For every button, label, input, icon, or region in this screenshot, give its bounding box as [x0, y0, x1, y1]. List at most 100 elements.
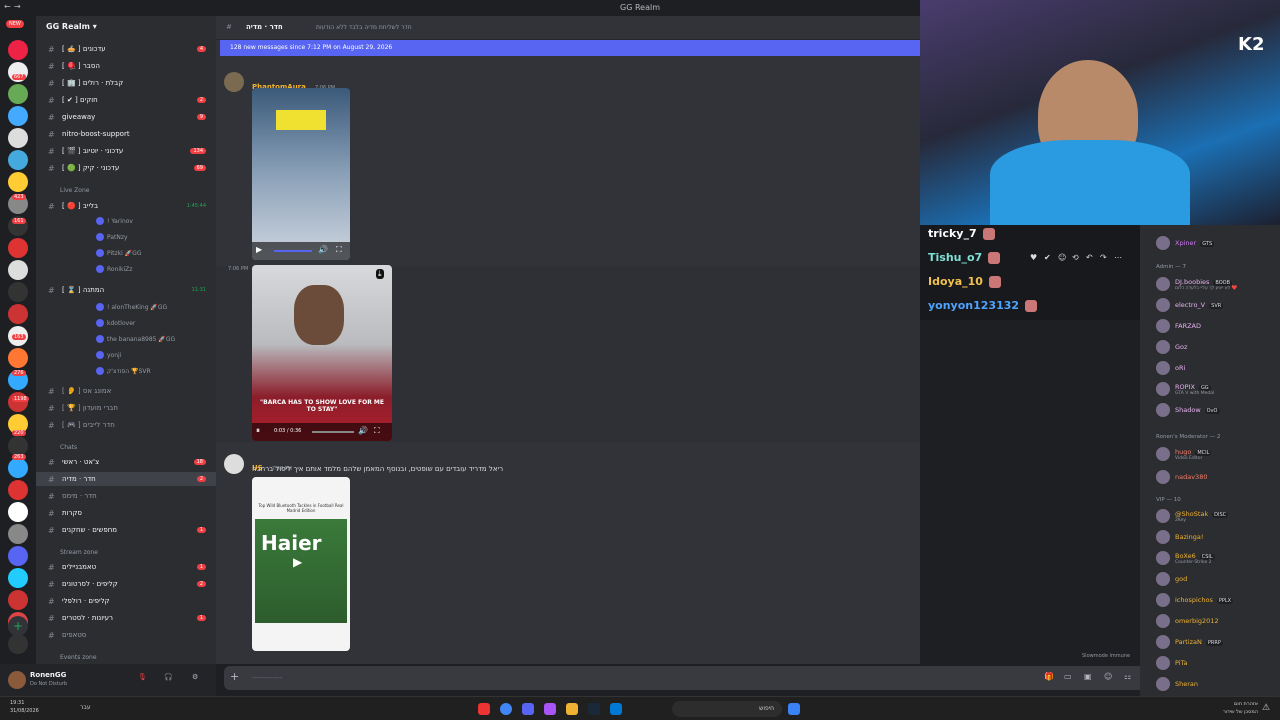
member-item[interactable]: hugo MCIL Video Editor [1156, 445, 1276, 463]
message-composer[interactable]: + ------------ 🎁 ▭ ▣ ☺ ⚏ [224, 666, 1144, 690]
member-item[interactable]: ichospichos PPLX [1156, 591, 1276, 609]
server-icon[interactable] [8, 84, 28, 104]
mute-icon[interactable]: 🎙 [138, 673, 147, 681]
channel-item[interactable]: # קליפים · לסרטונים 2 [36, 577, 216, 591]
server-icon[interactable] [8, 392, 28, 412]
reaction-toolbar-icon[interactable]: ↶ [1086, 253, 1093, 262]
server-icon[interactable] [8, 436, 28, 456]
fullscreen-icon[interactable]: ⛶ [374, 426, 380, 436]
voice-user[interactable]: Pitzki 🚀GG [96, 249, 141, 257]
steam-icon[interactable] [588, 703, 600, 715]
avatar[interactable] [224, 72, 244, 92]
reaction-toolbar-icon[interactable]: ⟲ [1072, 253, 1079, 262]
seek-bar[interactable] [312, 431, 354, 433]
server-icon[interactable] [8, 304, 28, 324]
reaction-toolbar-icon[interactable]: ☺ [1058, 253, 1066, 262]
voice-user[interactable]: הסודצ'ק 🏆SVR [96, 367, 151, 375]
language-indicator[interactable]: עבר [80, 704, 91, 711]
channel-item[interactable]: # חדר · מדיה 2 [36, 472, 216, 486]
channel-item[interactable]: # [ 🟢 ] עדכוני · קיק 69 [36, 161, 216, 175]
category-chats[interactable]: Chats [60, 444, 77, 451]
server-name[interactable]: GG Realm ▾ [46, 22, 97, 31]
app-icon[interactable] [478, 703, 490, 715]
play-icon[interactable]: ▶ [256, 245, 262, 254]
channel-item[interactable]: # סטאפים [36, 628, 216, 642]
server-icon[interactable] [8, 546, 28, 566]
channel-item[interactable]: # [ 🪀 ] הסבר [36, 59, 216, 73]
channel-item[interactable]: # [ ✔ ] חוקים 2 [36, 93, 216, 107]
server-icon[interactable] [8, 502, 28, 522]
member-item[interactable]: Goz [1156, 338, 1276, 356]
member-item[interactable]: PartizaN PRRP [1156, 633, 1276, 651]
server-icon[interactable] [8, 150, 28, 170]
voice-user[interactable]: kdotlover [96, 319, 135, 327]
play-icon[interactable]: ▶ [293, 555, 302, 569]
server-icon[interactable] [8, 172, 28, 192]
voice-user[interactable]: ! Yarinov [96, 217, 133, 225]
channel-item[interactable]: # טאמבניילים 1 [36, 560, 216, 574]
channel-item[interactable]: # צ'אט · ראשי 18 [36, 455, 216, 469]
channel-item[interactable]: # [ 🏢 ] קבלת · רולים [36, 76, 216, 90]
search-box[interactable]: חיפוש [672, 701, 782, 717]
member-item[interactable]: Shadow OvO [1156, 401, 1276, 419]
member-item[interactable]: oRi [1156, 359, 1276, 377]
windows-icon[interactable] [788, 703, 800, 715]
voice-user[interactable]: PatNzy [96, 233, 128, 241]
apps-icon[interactable]: ⚏ [1124, 672, 1131, 681]
member-item[interactable]: Xpiner GTS [1156, 234, 1276, 252]
video-player-3[interactable]: Top Wild Bluetooth Tackles in Football R… [252, 477, 350, 651]
voice-user[interactable]: yonji [96, 351, 121, 359]
channel-item[interactable]: # giveaway 9 [36, 110, 216, 124]
member-item[interactable]: omerbig2012 [1156, 612, 1276, 630]
plus-icon[interactable]: + [230, 670, 239, 683]
reaction-toolbar-icon[interactable]: ↷ [1100, 253, 1107, 262]
discord-icon[interactable] [522, 703, 534, 715]
pause-icon[interactable]: ⏸ [256, 426, 260, 436]
server-icon[interactable] [8, 524, 28, 544]
member-item[interactable]: FARZAD [1156, 317, 1276, 335]
channel-item[interactable]: # [ 🏆 ] חברי מועדון [36, 401, 216, 415]
channel-item[interactable]: # קליפים · רולפלי [36, 594, 216, 608]
video-player-2[interactable]: "BARCA HAS TO SHOW LOVE FOR ME TO STAY" … [252, 265, 392, 441]
channel-item[interactable]: # [ ⌛ ] המתנה [36, 283, 216, 297]
member-item[interactable]: BoXe6 CSIL Counter-Strike 2 [1156, 549, 1276, 567]
server-icon[interactable] [8, 40, 28, 60]
gif-icon[interactable]: ▭ [1064, 672, 1072, 681]
server-icon[interactable] [8, 590, 28, 610]
add-server-icon[interactable]: + [8, 616, 28, 636]
channel-item[interactable]: # [ 🎬 ] עדכוני · יוטיוב 134 [36, 144, 216, 158]
channel-item[interactable]: # [ 🥧 ] עדכונים 4 [36, 42, 216, 56]
member-item[interactable]: Sheran [1156, 675, 1276, 693]
forward-icon[interactable]: → [14, 2, 21, 11]
video-player-1[interactable]: ▶ 🔊 ⛶ [252, 88, 350, 260]
sticker-icon[interactable]: ▣ [1084, 672, 1092, 681]
reaction-toolbar-icon[interactable]: ⋯ [1114, 253, 1122, 262]
server-icon[interactable] [8, 348, 28, 368]
volume-slider[interactable] [274, 250, 312, 252]
member-item[interactable]: DJ.boobies BOOB לא ייגיע לך עליי בלעדה כלו… [1156, 275, 1276, 293]
gift-icon[interactable]: 🎁 [1044, 672, 1054, 681]
app-icon[interactable] [544, 703, 556, 715]
avatar[interactable] [8, 671, 26, 689]
channel-item[interactable]: # סקרות [36, 506, 216, 520]
member-item[interactable]: Bazinga! [1156, 528, 1276, 546]
emoji-icon[interactable]: ☺ [1104, 672, 1112, 681]
server-icon[interactable] [8, 634, 28, 654]
channel-item[interactable]: # [ 👂 ] אמונג אס [36, 384, 216, 398]
warning-icon[interactable]: ⚠ [1262, 703, 1270, 713]
headset-icon[interactable]: 🎧 [164, 673, 173, 681]
channel-item[interactable]: # רעיונות · לסטרים 1 [36, 611, 216, 625]
server-icon[interactable] [8, 282, 28, 302]
member-item[interactable]: @ShoStak DISC 2Key [1156, 507, 1276, 525]
server-icon[interactable] [8, 260, 28, 280]
volume-icon[interactable]: 🔊 [318, 245, 328, 254]
download-icon[interactable]: ⤓ [376, 269, 384, 279]
folder-icon[interactable] [566, 703, 578, 715]
chrome-icon[interactable] [500, 703, 512, 715]
voice-user[interactable]: ! alonTheKing 🚀GG [96, 303, 167, 311]
avatar[interactable] [224, 454, 244, 474]
settings-icon[interactable]: ⚙ [192, 673, 198, 681]
fullscreen-icon[interactable]: ⛶ [336, 245, 342, 255]
member-item[interactable]: PiTa [1156, 654, 1276, 672]
channel-item[interactable]: # חדר · מימס [36, 489, 216, 503]
